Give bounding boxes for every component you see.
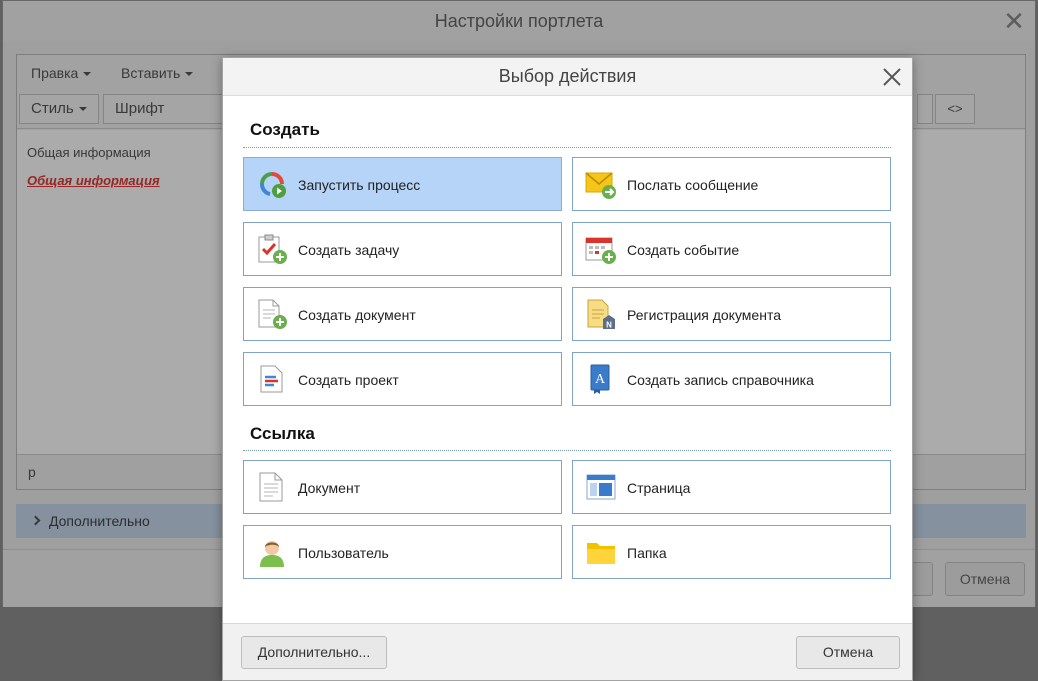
cancel-button[interactable]: Отмена xyxy=(796,636,900,669)
more-button[interactable]: Дополнительно... xyxy=(241,636,387,669)
tile-send-message[interactable]: Послать сообщение xyxy=(572,157,891,211)
section-title-create: Создать xyxy=(250,120,320,139)
close-icon[interactable] xyxy=(880,65,904,89)
process-icon xyxy=(260,172,286,198)
section-divider xyxy=(243,147,891,148)
user-icon xyxy=(260,541,284,567)
cancel-button-label: Отмена xyxy=(822,644,874,660)
tile-label: Документ xyxy=(298,480,361,496)
tile-label: Создать запись справочника xyxy=(627,372,814,388)
more-button-label: Дополнительно... xyxy=(257,644,371,660)
tile-register-document[interactable]: N Регистрация документа xyxy=(572,287,891,341)
message-icon xyxy=(585,172,616,199)
tile-link-user[interactable]: Пользователь xyxy=(243,525,562,579)
action-picker-dialog: Выбор действия Создать Запустить процесс… xyxy=(222,57,913,681)
document-add-icon xyxy=(258,299,287,329)
section-divider xyxy=(243,450,891,451)
directory-book-icon: A xyxy=(590,364,610,394)
tile-label: Запустить процесс xyxy=(298,177,421,193)
svg-text:A: A xyxy=(595,372,606,387)
tile-label: Создать проект xyxy=(298,372,399,388)
tile-create-directory-record[interactable]: A Создать запись справочника xyxy=(572,352,891,406)
tile-link-page[interactable]: Страница xyxy=(572,460,891,514)
tile-create-document[interactable]: Создать документ xyxy=(243,287,562,341)
tile-create-project[interactable]: Создать проект xyxy=(243,352,562,406)
dialog-title: Выбор действия xyxy=(498,66,637,86)
project-icon xyxy=(260,365,283,393)
folder-icon xyxy=(587,543,615,564)
svg-text:N: N xyxy=(606,321,612,330)
tile-label: Создать задачу xyxy=(298,242,400,258)
dialog-footer: Дополнительно... Отмена xyxy=(223,623,912,680)
document-register-icon: N xyxy=(587,299,615,330)
tile-label: Регистрация документа xyxy=(627,307,781,323)
tile-label: Страница xyxy=(627,480,691,496)
document-icon xyxy=(259,472,283,502)
tile-link-document[interactable]: Документ xyxy=(243,460,562,514)
tile-label: Пользователь xyxy=(298,545,389,561)
task-icon xyxy=(258,234,287,264)
tile-create-event[interactable]: Создать событие xyxy=(572,222,891,276)
tile-label: Папка xyxy=(627,545,667,561)
dialog-header: Выбор действия xyxy=(223,58,912,96)
tile-label: Создать документ xyxy=(298,307,416,323)
section-title-link: Ссылка xyxy=(250,424,315,443)
page-icon xyxy=(586,474,616,500)
tile-create-task[interactable]: Создать задачу xyxy=(243,222,562,276)
tile-label: Создать событие xyxy=(627,242,740,258)
tile-label: Послать сообщение xyxy=(627,177,759,193)
tile-start-process[interactable]: Запустить процесс xyxy=(243,157,562,211)
tile-link-folder[interactable]: Папка xyxy=(572,525,891,579)
calendar-event-icon xyxy=(585,237,616,264)
